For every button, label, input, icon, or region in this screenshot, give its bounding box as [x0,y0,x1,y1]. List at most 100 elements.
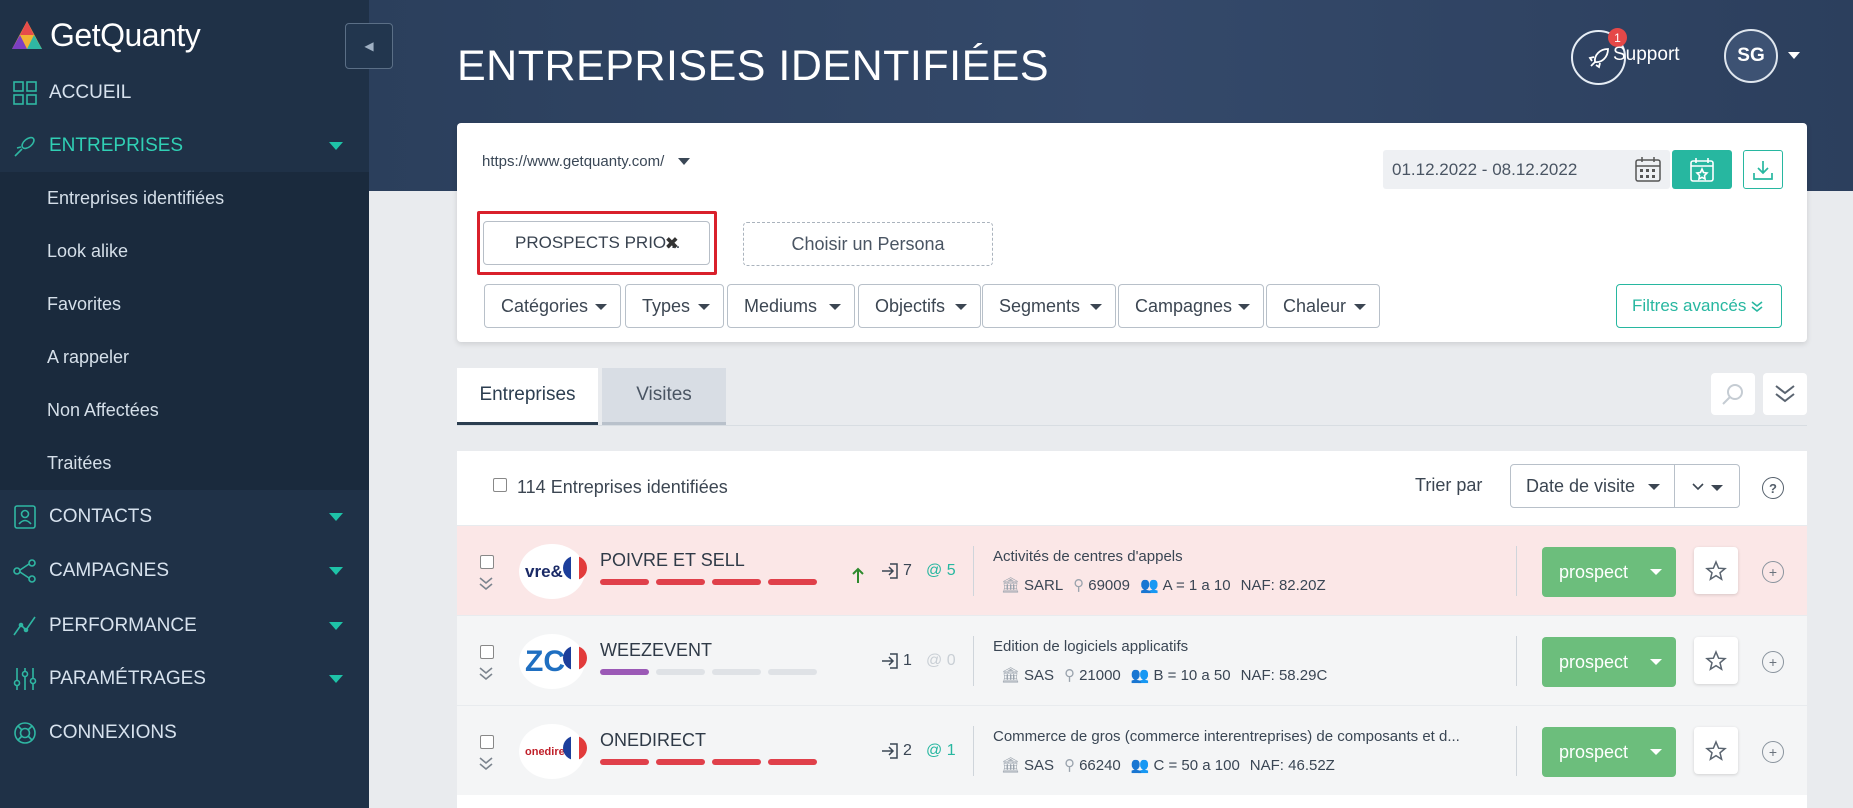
expand-row-icon[interactable] [478,665,494,681]
chevron-down-icon [1354,304,1366,310]
postal-code: 69009 [1088,576,1130,594]
company-name[interactable]: POIVRE ET SELL [600,550,745,571]
filter-chaleur[interactable]: Chaleur [1266,284,1380,328]
table-row[interactable]: vre& POIVRE ET SELL 7 @ 5 Activités de c… [457,525,1807,615]
emails-count: @ 0 [926,652,956,669]
nav-label: CAMPAGNES [49,560,170,581]
expand-row-icon[interactable] [478,575,494,591]
choose-persona-button[interactable]: Choisir un Persona [743,222,993,266]
nav-contacts[interactable]: CONTACTS [0,491,369,543]
persona-chip[interactable]: PROSPECTS PRIO... ✖ [483,221,710,265]
favorite-button[interactable] [1694,637,1738,684]
heat-segment [656,579,705,585]
company-logo-text: ZC [525,644,565,678]
favorite-button[interactable] [1694,547,1738,594]
sign-in-icon [882,653,898,669]
filter-mediums[interactable]: Mediums [727,284,855,328]
sort-direction-select[interactable] [1674,464,1740,508]
submenu-item-look-alike[interactable]: Look alike [47,241,128,262]
row-checkbox[interactable] [480,645,494,659]
sort-direction-icon [1692,483,1723,491]
add-icon[interactable]: + [1762,651,1784,673]
filter-label: Chaleur [1283,295,1347,316]
chevron-down-icon [1238,304,1250,310]
flag-france-icon [563,736,587,760]
support-link[interactable]: Support [1613,44,1680,66]
location-pin-icon: ⚲ [1064,757,1076,774]
nav-campagnes[interactable]: CAMPAGNES [0,545,369,597]
submenu-item-non-affectees[interactable]: Non Affectées [47,400,159,421]
nav-label: ACCUEIL [49,82,132,103]
add-icon[interactable]: + [1762,741,1784,763]
visits-value: 1 [903,652,912,669]
divider [973,636,974,686]
advanced-filters-button[interactable]: Filtres avancés [1616,284,1782,328]
nav-label: CONTACTS [49,506,153,527]
advanced-filters-label: Filtres avancés [1632,296,1747,315]
arrow-up-icon [852,567,864,583]
download-button[interactable] [1743,150,1783,189]
table-row[interactable]: onedire ONEDIRECT 2 @ 1 Commerce de gros… [457,705,1807,795]
sort-select[interactable]: Date de visite [1510,464,1675,508]
app-logo[interactable]: GetQuanty [10,14,201,56]
chevron-down-icon [329,142,343,150]
users-icon: 👥 [1130,667,1150,684]
legal-form: SAS [1024,756,1055,774]
divider [1516,546,1517,596]
row-checkbox[interactable] [480,735,494,749]
filter-objectifs[interactable]: Objectifs [858,284,981,328]
status-dropdown[interactable]: prospect [1542,547,1676,597]
chevron-down-icon [1648,484,1660,490]
filter-panel: https://www.getquanty.com/ 01.12.2022 - … [457,123,1807,342]
favorite-button[interactable] [1694,727,1738,774]
sliders-icon [13,668,37,690]
heat-segment [656,759,705,765]
company-name[interactable]: ONEDIRECT [600,730,706,751]
company-name[interactable]: WEEZEVENT [600,640,712,661]
status-label: prospect [1559,741,1629,762]
nav-connexions[interactable]: CONNEXIONS [0,707,369,759]
row-checkbox[interactable] [480,555,494,569]
results-count: 114 Entreprises identifiées [517,477,728,497]
star-icon [1705,559,1727,581]
select-all-checkbox[interactable] [493,478,507,492]
expand-row-icon[interactable] [478,755,494,771]
filter-label: Campagnes [1135,295,1233,316]
chevron-down-icon[interactable] [1788,52,1800,59]
search-button[interactable] [1711,373,1755,415]
avatar[interactable]: SG [1724,29,1778,83]
table-row[interactable]: ZC WEEZEVENT 1 @ 0 Edition de logiciels … [457,615,1807,705]
sidebar-collapse-button[interactable]: ◀ [345,23,393,69]
naf-code: NAF: 46.52Z [1249,756,1335,774]
nav-entreprises[interactable]: ENTREPRISES [0,120,369,172]
heat-segment [768,669,817,675]
nav-performance[interactable]: PERFORMANCE [0,600,369,652]
filter-categories[interactable]: Catégories [484,284,621,328]
calendar-star-icon [1690,157,1714,182]
submenu-item-traitees[interactable]: Traitées [47,453,111,474]
filter-segments[interactable]: Segments [982,284,1116,328]
heat-segment [768,759,817,765]
status-dropdown[interactable]: prospect [1542,637,1676,687]
company-meta: 🏛 SARL ⚲ 69009 👥 A = 1 a 10 NAF: 82.20Z [1001,576,1326,595]
bank-icon: 🏛 [1001,667,1021,684]
submenu-item-favorites[interactable]: Favorites [47,294,121,315]
nav-parametrages[interactable]: PARAMÉTRAGES [0,653,369,705]
filter-types[interactable]: Types [625,284,724,328]
site-selector[interactable]: https://www.getquanty.com/ [482,153,691,170]
tab-entreprises[interactable]: Entreprises [457,368,598,426]
submenu-item-identifiees[interactable]: Entreprises identifiées [47,188,224,209]
calendar-favorites-button[interactable] [1672,150,1732,189]
tab-visites[interactable]: Visites [602,368,726,426]
site-url: https://www.getquanty.com/ [482,153,665,170]
submenu-item-a-rappeler[interactable]: A rappeler [47,347,129,368]
expand-all-button[interactable] [1763,373,1807,415]
nav-accueil[interactable]: ACCUEIL [0,67,369,119]
close-icon[interactable]: ✖ [665,234,679,254]
status-dropdown[interactable]: prospect [1542,727,1676,777]
add-icon[interactable]: + [1762,561,1784,583]
filter-campagnes[interactable]: Campagnes [1118,284,1264,328]
date-range-input[interactable]: 01.12.2022 - 08.12.2022 [1383,150,1670,189]
help-icon[interactable]: ? [1762,477,1784,499]
calendar-icon [1635,157,1661,182]
